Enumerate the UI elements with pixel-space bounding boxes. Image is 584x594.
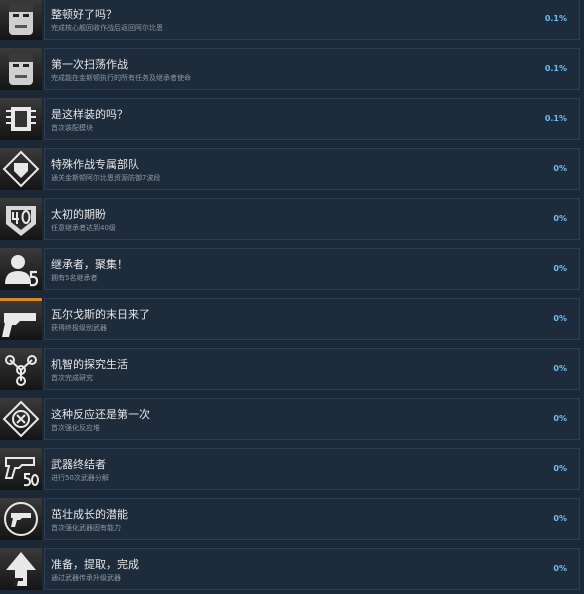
achievement-percent: 0%	[553, 164, 567, 173]
achievement-panel: 这种反应还是第一次 首次强化反应堆 0%	[44, 398, 580, 440]
achievement-panel: 是这样装的吗？ 首次装配模块 0.1%	[44, 98, 580, 140]
achievement-description: 进行50次武器分解	[51, 474, 109, 482]
achievement-row[interactable]: 瓦尔戈斯的末日来了 获得终极级别武器 0%	[0, 298, 584, 344]
achievement-row[interactable]: 继承者，聚集！ 拥有5名继承者 0%	[0, 248, 584, 294]
reactor-icon	[0, 398, 42, 440]
achievement-title: 太初的期盼	[51, 208, 106, 221]
achievement-description: 完成能在金斯顿执行的所有任务及继承者使命	[51, 74, 191, 82]
achievement-description: 首次完成研究	[51, 374, 93, 382]
achievement-panel: 茁壮成长的潜能 首次强化武器固有能力 0%	[44, 498, 580, 540]
achievement-description: 首次强化武器固有能力	[51, 524, 121, 532]
achievement-row[interactable]: 机智的探究生活 首次完成研究 0%	[0, 348, 584, 394]
achievement-percent: 0%	[553, 314, 567, 323]
achievement-percent: 0%	[553, 564, 567, 573]
weapon-dismantle-50-icon	[0, 448, 42, 490]
achievement-title: 机智的探究生活	[51, 358, 128, 371]
achievement-description: 拥有5名继承者	[51, 274, 98, 282]
achievement-percent: 0%	[553, 514, 567, 523]
achievement-panel: 机智的探究生活 首次完成研究 0%	[44, 348, 580, 390]
achievement-description: 获得终极级别武器	[51, 324, 107, 332]
module-chip-icon	[0, 98, 42, 140]
achievement-title: 瓦尔戈斯的末日来了	[51, 308, 150, 321]
face-portrait-icon	[0, 0, 42, 40]
achievement-percent: 0%	[553, 464, 567, 473]
achievement-description: 任意继承者达到40级	[51, 224, 116, 232]
achievement-panel: 整顿好了吗？ 完成核心舰回收作战后返回阿尔比恩 0.1%	[44, 0, 580, 40]
achievement-title: 武器终结者	[51, 458, 106, 471]
achievement-percent: 0%	[553, 264, 567, 273]
achievement-panel: 特殊作战专属部队 通关金斯顿阿尔比恩资源防御7波段 0%	[44, 148, 580, 190]
achievement-title: 准备，提取，完成	[51, 558, 139, 571]
achievement-panel: 武器终结者 进行50次武器分解 0%	[44, 448, 580, 490]
user-5-icon	[0, 248, 42, 290]
achievement-percent: 0%	[553, 214, 567, 223]
level-40-icon	[0, 198, 42, 240]
achievement-percent: 0%	[553, 414, 567, 423]
achievement-description: 首次强化反应堆	[51, 424, 100, 432]
achievement-description: 通关金斯顿阿尔比恩资源防御7波段	[51, 174, 161, 182]
achievement-percent: 0.1%	[544, 114, 567, 123]
achievement-panel: 第一次扫荡作战 完成能在金斯顿执行的所有任务及继承者使命 0.1%	[44, 48, 580, 90]
achievement-panel: 继承者，聚集！ 拥有5名继承者 0%	[44, 248, 580, 290]
achievement-title: 继承者，聚集！	[51, 258, 128, 271]
achievement-row[interactable]: 整顿好了吗？ 完成核心舰回收作战后返回阿尔比恩 0.1%	[0, 0, 584, 44]
achievement-description: 完成核心舰回收作战后返回阿尔比恩	[51, 24, 163, 32]
achievement-title: 茁壮成长的潜能	[51, 508, 128, 521]
weapon-upgrade-icon	[0, 498, 42, 540]
achievement-title: 第一次扫荡作战	[51, 58, 128, 71]
achievement-title: 整顿好了吗？	[51, 8, 117, 21]
achievement-row[interactable]: 特殊作战专属部队 通关金斯顿阿尔比恩资源防御7波段 0%	[0, 148, 584, 194]
research-nodes-icon	[0, 348, 42, 390]
achievement-percent: 0%	[553, 364, 567, 373]
achievement-row[interactable]: 这种反应还是第一次 首次强化反应堆 0%	[0, 398, 584, 444]
achievement-description: 通过武器传承升级武器	[51, 574, 121, 582]
achievement-row[interactable]: 准备，提取，完成 通过武器传承升级武器 0%	[0, 548, 584, 594]
upgrade-arrow-icon	[0, 548, 42, 590]
achievement-row[interactable]: 武器终结者 进行50次武器分解 0%	[0, 448, 584, 494]
achievement-percent: 0.1%	[544, 14, 567, 23]
face-portrait-icon	[0, 48, 42, 90]
achievement-row[interactable]: 第一次扫荡作战 完成能在金斯顿执行的所有任务及继承者使命 0.1%	[0, 48, 584, 94]
shield-emblem-icon	[0, 148, 42, 190]
achievement-percent: 0.1%	[544, 64, 567, 73]
pistol-icon	[0, 298, 42, 340]
achievement-panel: 准备，提取，完成 通过武器传承升级武器 0%	[44, 548, 580, 590]
achievement-panel: 瓦尔戈斯的末日来了 获得终极级别武器 0%	[44, 298, 580, 340]
achievement-panel: 太初的期盼 任意继承者达到40级 0%	[44, 198, 580, 240]
achievement-title: 是这样装的吗？	[51, 108, 128, 121]
achievement-row[interactable]: 太初的期盼 任意继承者达到40级 0%	[0, 198, 584, 244]
achievement-title: 这种反应还是第一次	[51, 408, 150, 421]
achievement-description: 首次装配模块	[51, 124, 93, 132]
achievement-row[interactable]: 茁壮成长的潜能 首次强化武器固有能力 0%	[0, 498, 584, 544]
achievement-row[interactable]: 是这样装的吗？ 首次装配模块 0.1%	[0, 98, 584, 144]
achievement-title: 特殊作战专属部队	[51, 158, 139, 171]
achievement-list: 整顿好了吗？ 完成核心舰回收作战后返回阿尔比恩 0.1% 第一次扫荡作战 完成能…	[0, 0, 584, 591]
